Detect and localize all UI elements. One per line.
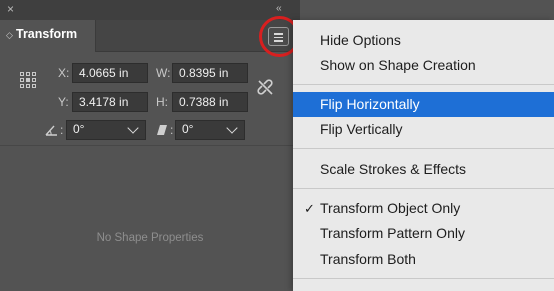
x-field[interactable]: 4.0665 in [72, 63, 148, 83]
chevron-down-icon[interactable] [127, 122, 139, 134]
tab-transform-label: Transform [16, 27, 78, 41]
panel-divider [0, 145, 300, 146]
reference-point-icon[interactable] [20, 72, 36, 88]
menu-item-scale-strokes-effects[interactable]: Scale Strokes & Effects [293, 157, 554, 182]
menu-separator [293, 148, 554, 149]
shear-label: : [170, 123, 174, 137]
menu-separator [293, 84, 554, 85]
shear-value[interactable]: 0° [182, 122, 193, 136]
shear-angle-field[interactable]: 0° [175, 120, 245, 140]
collapse-icon[interactable]: ‹‹ [276, 3, 282, 15]
close-icon[interactable]: × [7, 3, 14, 15]
rotate-label: : [60, 123, 64, 137]
shear-angle-icon [157, 125, 167, 135]
rotate-angle-field[interactable]: 0° [66, 120, 146, 140]
menu-item-hide-options[interactable]: Hide Options [293, 28, 554, 53]
tab-grip-icon: ◇ [6, 30, 13, 40]
panel-title-bar: × ‹‹ [0, 0, 300, 20]
panel-flyout-menu: Hide Options Show on Shape Creation Flip… [293, 20, 554, 291]
menu-item-transform-both[interactable]: Transform Both [293, 247, 554, 272]
checkmark-icon: ✓ [304, 201, 315, 216]
no-shape-properties-text: No Shape Properties [96, 232, 204, 244]
chevron-down-icon[interactable] [226, 122, 238, 134]
menu-separator [293, 188, 554, 189]
constrain-proportions-link-icon[interactable] [256, 78, 276, 98]
rotate-value[interactable]: 0° [73, 122, 84, 136]
width-field[interactable]: 0.8395 in [172, 63, 248, 83]
h-label: H: [156, 95, 168, 109]
w-label: W: [156, 66, 171, 80]
menu-item-flip-vertically[interactable]: Flip Vertically [293, 117, 554, 142]
y-label: Y: [58, 95, 69, 109]
menu-item-flip-horizontally[interactable]: Flip Horizontally [293, 92, 554, 117]
menu-item-show-on-shape-creation[interactable]: Show on Shape Creation [293, 53, 554, 78]
transform-panel: × ‹‹ ◇ Transform X: 4.0665 in W: 0.8395 … [0, 0, 300, 291]
panel-tab-bar: ◇ Transform [0, 20, 300, 52]
y-field[interactable]: 3.4178 in [72, 92, 148, 112]
rotate-angle-icon [45, 125, 57, 136]
menu-item-transform-object-only[interactable]: ✓ Transform Object Only [293, 196, 554, 221]
height-field[interactable]: 0.7388 in [172, 92, 248, 112]
x-label: X: [58, 66, 70, 80]
menu-item-label: Transform Object Only [320, 200, 461, 216]
menu-item-transform-pattern-only[interactable]: Transform Pattern Only [293, 221, 554, 246]
menu-separator [293, 278, 554, 279]
tab-transform[interactable]: ◇ Transform [0, 20, 96, 52]
